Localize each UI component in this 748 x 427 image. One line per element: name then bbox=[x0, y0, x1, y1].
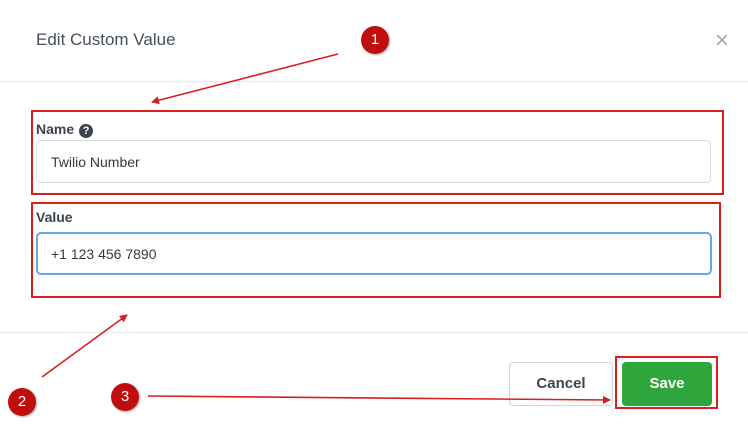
annotation-marker-2: 2 bbox=[8, 388, 36, 416]
annotation-marker-1: 1 bbox=[361, 26, 389, 54]
close-icon[interactable]: × bbox=[711, 29, 733, 53]
save-button[interactable]: Save bbox=[622, 362, 712, 406]
help-circle-icon[interactable]: ? bbox=[79, 124, 94, 138]
name-field-label: Name? bbox=[36, 121, 94, 138]
arrow-2 bbox=[41, 314, 128, 378]
name-input[interactable] bbox=[36, 140, 711, 183]
name-label-text: Name bbox=[36, 121, 75, 137]
edit-custom-value-dialog: Edit Custom Value × Name? Value Cancel S… bbox=[0, 0, 748, 427]
value-input[interactable] bbox=[36, 232, 712, 275]
dialog-title: Edit Custom Value bbox=[36, 30, 176, 49]
cancel-button[interactable]: Cancel bbox=[509, 362, 613, 406]
value-field-label: Value bbox=[36, 209, 73, 225]
footer-divider bbox=[0, 332, 748, 333]
annotation-marker-3: 3 bbox=[111, 383, 139, 411]
